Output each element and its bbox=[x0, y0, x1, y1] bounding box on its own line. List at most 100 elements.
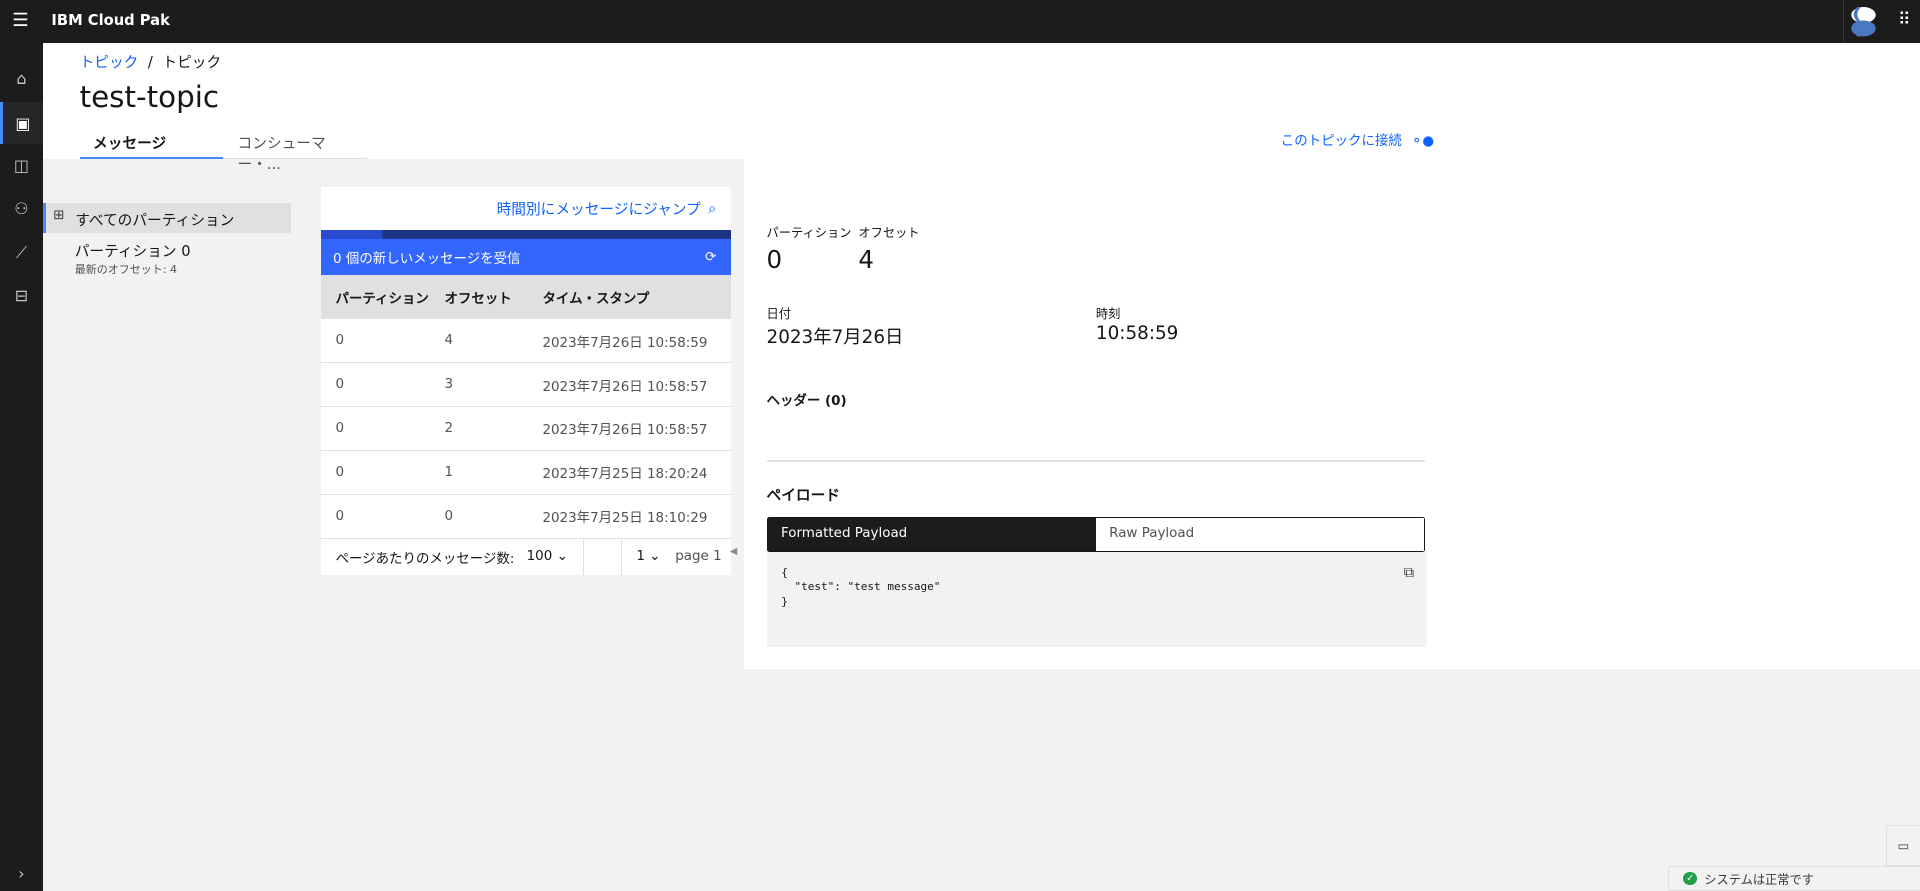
partition-item-all[interactable]: ⊞ すべてのパーティション bbox=[42, 203, 292, 233]
breadcrumb-separator: / bbox=[147, 54, 153, 72]
chat-icon: ▭ bbox=[1897, 838, 1910, 853]
topics-icon[interactable]: ▣ bbox=[0, 101, 43, 145]
status-ok-icon: ✓ bbox=[1683, 871, 1697, 886]
page-header: トピック / トピック test-topic メッセージ コンシューマー・...… bbox=[42, 42, 1920, 173]
table-row[interactable]: 0 3 2023年7月26日 10:58:57 bbox=[320, 363, 732, 408]
partition-item-0[interactable]: パーティション 0 最新のオフセット: 4 bbox=[75, 240, 191, 277]
connect-to-topic-link[interactable]: このトピックに接続 ⚬● bbox=[1281, 129, 1434, 149]
partition-label: パーティション 0 bbox=[74, 243, 191, 260]
breadcrumb-link-topics[interactable]: トピック bbox=[80, 54, 139, 71]
expand-chevron-icon[interactable]: › bbox=[0, 852, 43, 891]
tab-label: メッセージ bbox=[93, 135, 167, 153]
cell-partition: 0 bbox=[335, 464, 345, 480]
feedback-button[interactable]: ▭ bbox=[1885, 825, 1920, 866]
pagination: ページあたりのメッセージ数: 100 ⌄ 1 ⌄ page 1 bbox=[321, 538, 731, 576]
message-detail-panel: パーティション 0 オフセット 4 日付 2023年7月26日 時刻 10:58… bbox=[744, 159, 1920, 669]
column-header[interactable]: タイム・スタンプ bbox=[542, 287, 731, 307]
app-switcher-icon[interactable]: ⠿ bbox=[1898, 12, 1911, 29]
messages-table: 時間別にメッセージにジャンプ ⌕ 0 個の新しいメッセージを受信 ⟳ パーティシ… bbox=[320, 187, 732, 576]
consumer-groups-icon[interactable]: ⚇ bbox=[0, 187, 43, 230]
grid-icon: ⊞ bbox=[53, 208, 65, 224]
jump-to-time-link[interactable]: 時間別にメッセージにジャンプ ⌕ bbox=[321, 187, 731, 230]
headers-heading: ヘッダー (0) bbox=[766, 394, 847, 410]
per-page-label: ページあたりのメッセージ数: bbox=[335, 551, 515, 567]
cell-partition: 0 bbox=[335, 377, 345, 393]
cell-offset: 4 bbox=[444, 333, 454, 349]
chevron-down-icon: ⌄ bbox=[649, 549, 661, 565]
cell-offset: 2 bbox=[444, 420, 454, 436]
divider bbox=[1842, 0, 1845, 43]
table-row[interactable]: 0 4 2023年7月26日 10:58:59 bbox=[320, 319, 732, 364]
collapse-panel-icon[interactable]: ◀ bbox=[730, 546, 738, 557]
monitoring-icon[interactable]: ⟋ bbox=[0, 231, 43, 274]
date-label: 日付 bbox=[766, 306, 791, 321]
time-value: 10:58:59 bbox=[1095, 323, 1179, 345]
cell-timestamp: 2023年7月26日 10:58:57 bbox=[542, 379, 708, 395]
cell-timestamp: 2023年7月25日 18:10:29 bbox=[542, 511, 708, 527]
tab-formatted-payload[interactable]: Formatted Payload bbox=[767, 517, 1096, 552]
cell-timestamp: 2023年7月26日 10:58:59 bbox=[542, 335, 708, 351]
avatar[interactable] bbox=[1850, 7, 1877, 37]
divider bbox=[766, 460, 1426, 462]
jump-link-label: 時間別にメッセージにジャンプ bbox=[496, 201, 701, 219]
table-row[interactable]: 0 2 2023年7月26日 10:58:57 bbox=[320, 407, 732, 451]
per-page-select[interactable]: 100 ⌄ bbox=[527, 549, 568, 564]
payload-switcher: Formatted Payload Raw Payload bbox=[766, 516, 1426, 553]
partition-all-label: すべてのパーティション bbox=[75, 212, 235, 230]
offset-label: オフセット bbox=[858, 225, 920, 240]
offset-value: 4 bbox=[858, 244, 874, 274]
column-header[interactable]: オフセット bbox=[444, 287, 542, 307]
connect-link-label: このトピックに接続 bbox=[1280, 133, 1402, 149]
tab-raw-payload[interactable]: Raw Payload bbox=[1095, 517, 1425, 552]
loading-bar bbox=[320, 230, 732, 239]
toolbox-icon[interactable]: ⊟ bbox=[0, 274, 43, 317]
copy-icon[interactable]: ⧉ bbox=[1404, 564, 1415, 581]
partition-value: 0 bbox=[766, 244, 783, 274]
tab-consumers[interactable]: コンシューマー・... bbox=[222, 129, 368, 173]
divider bbox=[582, 538, 584, 576]
cell-timestamp: 2023年7月25日 18:20:24 bbox=[542, 467, 708, 483]
page-select[interactable]: 1 ⌄ bbox=[636, 549, 660, 564]
status-text: システムは正常です bbox=[1704, 872, 1814, 887]
payload-code-block: { "test": "test message"} ⧉ bbox=[766, 552, 1427, 647]
top-bar: ☰ IBM Cloud Pak ⠿ bbox=[0, 0, 1920, 43]
cell-offset: 1 bbox=[444, 464, 454, 480]
divider bbox=[620, 538, 622, 576]
breadcrumb-current: トピック bbox=[162, 54, 222, 72]
cell-partition: 0 bbox=[335, 508, 345, 524]
system-status-bar[interactable]: ✓ システムは正常です bbox=[1667, 865, 1920, 891]
breadcrumb: トピック / トピック bbox=[80, 51, 222, 72]
new-messages-banner: 0 個の新しいメッセージを受信 ⟳ bbox=[320, 238, 732, 276]
tab-messages[interactable]: メッセージ bbox=[79, 129, 223, 159]
app-title[interactable]: IBM Cloud Pak bbox=[51, 12, 169, 29]
time-label: 時刻 bbox=[1095, 306, 1121, 321]
search-icon: ⌕ bbox=[708, 200, 717, 218]
home-icon[interactable]: ⌂ bbox=[0, 58, 43, 101]
code-line: } bbox=[781, 595, 788, 609]
page-value: 1 bbox=[636, 549, 645, 565]
chevron-down-icon: ⌄ bbox=[556, 549, 568, 565]
table-row[interactable]: 0 0 2023年7月25日 18:10:29 bbox=[320, 495, 732, 539]
column-header[interactable]: パーティション bbox=[321, 287, 445, 307]
table-row[interactable]: 0 1 2023年7月25日 18:20:24 bbox=[320, 451, 732, 495]
table-header: パーティション オフセット タイム・スタンプ bbox=[320, 275, 732, 320]
connect-icon: ⚬● bbox=[1411, 133, 1435, 149]
payload-heading: ペイロード bbox=[766, 486, 840, 504]
code-line: "test": "test message" bbox=[781, 580, 941, 594]
refresh-icon[interactable]: ⟳ bbox=[705, 250, 716, 265]
cell-partition: 0 bbox=[335, 420, 345, 436]
page-title: test-topic bbox=[79, 79, 220, 114]
partition-label: パーティション bbox=[766, 225, 852, 240]
tab-label: コンシューマー・... bbox=[237, 135, 326, 174]
cell-partition: 0 bbox=[335, 333, 345, 349]
code-line: { bbox=[781, 565, 788, 579]
hamburger-menu-icon[interactable]: ☰ bbox=[12, 11, 32, 31]
per-page-value: 100 bbox=[526, 549, 553, 565]
schema-icon[interactable]: ◫ bbox=[0, 144, 43, 187]
cell-offset: 0 bbox=[444, 508, 454, 524]
page-label: page 1 bbox=[675, 549, 722, 565]
date-value: 2023年7月26日 bbox=[766, 327, 904, 349]
new-messages-text: 0 個の新しいメッセージを受信 bbox=[333, 252, 521, 268]
cell-offset: 3 bbox=[444, 377, 454, 393]
cell-timestamp: 2023年7月26日 10:58:57 bbox=[542, 423, 708, 439]
